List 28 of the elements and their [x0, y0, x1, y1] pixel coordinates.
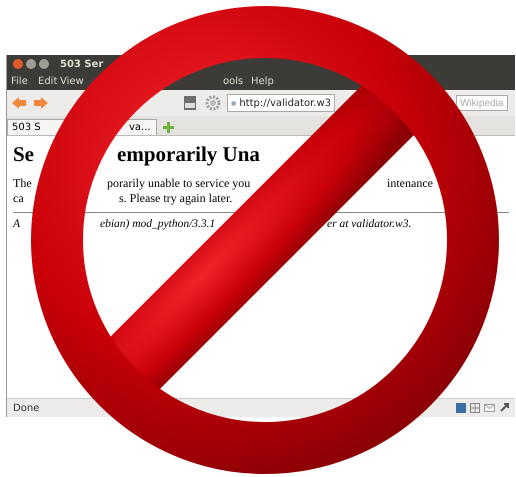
- close-icon[interactable]: [13, 59, 23, 69]
- server-signature: A: [13, 218, 20, 230]
- paragraph-text: intenance: [387, 176, 433, 191]
- server-signature: ebian) mod_python/3.3.1: [100, 218, 216, 230]
- plus-icon[interactable]: [163, 122, 174, 132]
- address-field[interactable]: http://validator.w3: [227, 94, 335, 112]
- page-heading: Se: [13, 142, 34, 167]
- minimize-icon[interactable]: [26, 59, 36, 69]
- paragraph-text: porarily unable to service you: [107, 176, 250, 191]
- paragraph-text: The: [13, 176, 32, 191]
- server-signature: er at validator.w3.: [327, 218, 412, 230]
- grid-icon[interactable]: [470, 403, 480, 413]
- maximize-icon[interactable]: [39, 59, 49, 69]
- envelope-icon[interactable]: [484, 404, 495, 412]
- status-text: Done: [13, 402, 40, 414]
- gear-icon[interactable]: [205, 95, 221, 111]
- menu-item[interactable]: ools: [223, 76, 244, 87]
- back-arrow-icon[interactable]: [11, 96, 27, 110]
- page-heading: emporarily Una: [117, 142, 260, 167]
- menu-item[interactable]: Help: [251, 76, 274, 87]
- search-field[interactable]: Wikipedia: [456, 95, 508, 111]
- menu-item[interactable]: View: [60, 76, 84, 87]
- paragraph-text: ca: [13, 191, 24, 206]
- paragraph-text: s. Please try again later.: [119, 191, 232, 206]
- menu-item[interactable]: Edit: [38, 76, 58, 87]
- menu-item[interactable]: File: [11, 76, 28, 87]
- window-title: 503 Ser: [60, 58, 104, 70]
- forward-arrow-icon[interactable]: [33, 96, 49, 110]
